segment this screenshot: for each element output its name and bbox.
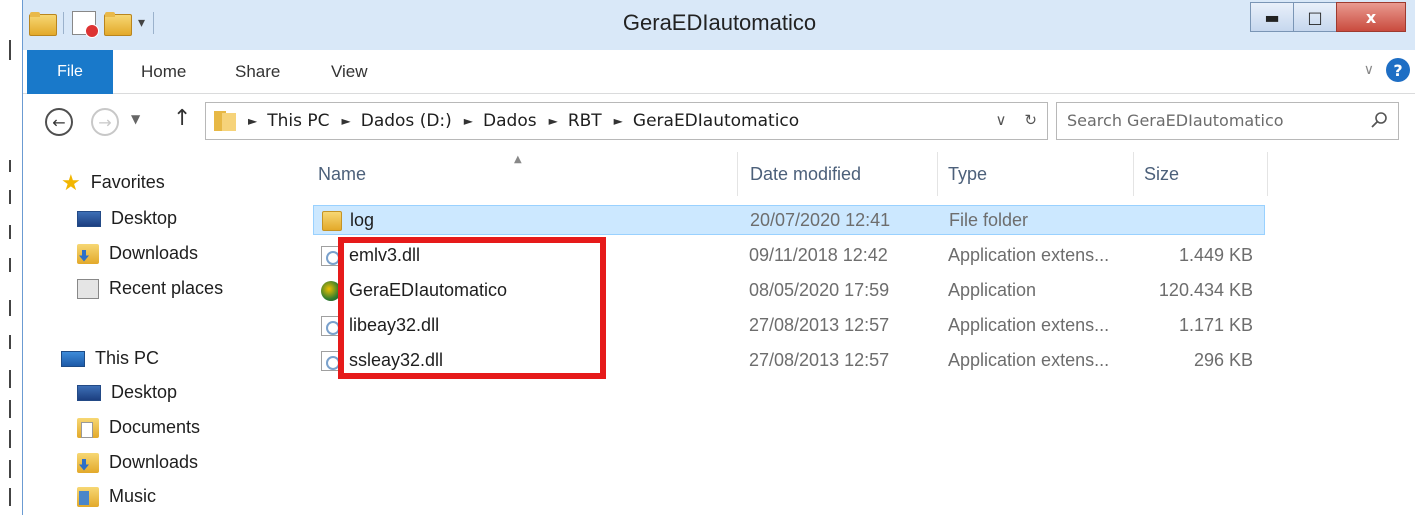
- back-button[interactable]: ←: [45, 108, 73, 136]
- file-type: Application: [948, 280, 1037, 300]
- file-type: File folder: [949, 210, 1029, 230]
- sidebar-item-label: Recent places: [109, 278, 224, 298]
- search-icon[interactable]: [1370, 111, 1388, 129]
- forward-button[interactable]: →: [91, 108, 119, 136]
- breadcrumb-separator[interactable]: ►: [342, 114, 351, 128]
- tab-file[interactable]: File: [27, 50, 113, 94]
- address-dropdown-icon[interactable]: ∨: [995, 111, 1006, 129]
- sidebar-item-pc-desktop[interactable]: Desktop: [77, 382, 177, 403]
- window-controls: ▬ □ x: [1250, 2, 1406, 32]
- help-icon[interactable]: ?: [1386, 58, 1410, 82]
- refresh-icon[interactable]: ↻: [1024, 111, 1037, 129]
- sidebar-item-label: Documents: [109, 417, 201, 437]
- tab-share[interactable]: Share: [235, 62, 280, 82]
- file-date: 27/08/2013 12:57: [749, 350, 890, 370]
- file-name: log: [350, 210, 375, 230]
- column-header-type[interactable]: Type: [938, 152, 1134, 196]
- folder-icon: [214, 111, 238, 131]
- sort-ascending-icon: ▲: [514, 154, 522, 165]
- file-type: Application extens...: [948, 245, 1110, 265]
- file-type: Application extens...: [948, 350, 1110, 370]
- search-box[interactable]: [1056, 102, 1399, 140]
- breadcrumb-rbt[interactable]: RBT: [568, 111, 602, 131]
- expand-ribbon-icon[interactable]: ∨: [1364, 62, 1374, 78]
- sidebar-item-downloads[interactable]: Downloads: [77, 243, 198, 264]
- tab-home[interactable]: Home: [141, 62, 186, 82]
- sidebar-item-desktop[interactable]: Desktop: [77, 208, 177, 229]
- file-size: 1.171 KB: [1178, 315, 1253, 335]
- sidebar-item-pc-downloads[interactable]: Downloads: [77, 452, 198, 473]
- sidebar-item-label: Downloads: [109, 452, 199, 472]
- downloads-icon: [77, 243, 99, 264]
- sidebar-item-favorites[interactable]: ★ Favorites: [61, 169, 165, 195]
- file-type: Application extens...: [948, 315, 1110, 335]
- up-button[interactable]: ↑: [173, 106, 191, 131]
- file-row-log[interactable]: log 20/07/2020 12:41 File folder: [313, 205, 1265, 235]
- address-tools: ∨ ↻: [995, 111, 1037, 129]
- sidebar-item-label: This PC: [95, 348, 160, 368]
- desktop-icon: [77, 384, 101, 401]
- computer-icon: [61, 350, 85, 367]
- breadcrumb-dados[interactable]: Dados: [483, 111, 537, 131]
- breadcrumb-separator[interactable]: ►: [549, 114, 558, 128]
- background-page-edge: [0, 0, 22, 515]
- ribbon-controls: ∨ ?: [1364, 58, 1410, 82]
- search-input[interactable]: [1067, 111, 1347, 130]
- tab-view[interactable]: View: [331, 62, 368, 82]
- file-size: 120.434 KB: [1158, 280, 1253, 300]
- breadcrumb-this-pc[interactable]: This PC: [267, 111, 329, 131]
- sidebar-item-this-pc[interactable]: This PC: [61, 348, 159, 369]
- sidebar-item-recent-places[interactable]: Recent places: [77, 278, 223, 299]
- column-header-size[interactable]: Size: [1134, 152, 1268, 196]
- breadcrumb-current[interactable]: GeraEDIautomatico: [633, 111, 799, 131]
- sidebar-item-label: Desktop: [111, 208, 178, 228]
- column-header-name[interactable]: Name: [288, 152, 738, 196]
- minimize-button[interactable]: ▬: [1250, 2, 1294, 32]
- breadcrumb: ► This PC ► Dados (D:) ► Dados ► RBT ► G…: [248, 111, 811, 131]
- file-size: 296 KB: [1193, 350, 1253, 370]
- sidebar-item-label: Music: [109, 486, 157, 506]
- navigation-pane: ★ Favorites Desktop Downloads Recent pla…: [23, 150, 288, 515]
- documents-icon: [77, 417, 99, 438]
- star-icon: ★: [61, 169, 81, 195]
- music-icon: [77, 486, 99, 507]
- navigation-bar: ← → ▼ ↑ ► This PC ► Dados (D:) ► Dados ►…: [23, 94, 1415, 150]
- maximize-button[interactable]: □: [1293, 2, 1337, 32]
- folder-icon: [322, 211, 342, 231]
- sidebar-item-label: Favorites: [90, 172, 165, 192]
- breadcrumb-separator[interactable]: ►: [248, 114, 257, 128]
- file-date: 20/07/2020 12:41: [750, 210, 891, 230]
- recent-locations-dropdown[interactable]: ▼: [131, 112, 140, 126]
- window-title: GeraEDIautomatico: [622, 10, 817, 35]
- sidebar-item-label: Downloads: [109, 243, 199, 263]
- breadcrumb-separator[interactable]: ►: [464, 114, 473, 128]
- file-date: 27/08/2013 12:57: [749, 315, 890, 335]
- breadcrumb-drive[interactable]: Dados (D:): [361, 111, 452, 131]
- sidebar-item-music[interactable]: Music: [77, 486, 156, 507]
- file-date: 09/11/2018 12:42: [749, 245, 888, 265]
- ribbon-tabs: File Home Share View ∨ ?: [23, 50, 1415, 94]
- file-date: 08/05/2020 17:59: [749, 280, 890, 300]
- sidebar-item-documents[interactable]: Documents: [77, 417, 200, 438]
- address-bar[interactable]: ► This PC ► Dados (D:) ► Dados ► RBT ► G…: [205, 102, 1048, 140]
- column-header-date[interactable]: Date modified: [738, 152, 938, 196]
- recent-places-icon: [77, 278, 99, 299]
- desktop-icon: [77, 210, 101, 227]
- downloads-icon: [77, 452, 99, 473]
- annotation-highlight-box: [338, 237, 606, 379]
- title-bar[interactable]: ▾ GeraEDIautomatico ▬ □ x: [23, 0, 1415, 50]
- sidebar-item-label: Desktop: [111, 382, 178, 402]
- close-button[interactable]: x: [1336, 2, 1406, 32]
- file-list: Name ▲ Date modified Type Size log 20/07…: [288, 150, 1415, 515]
- explorer-window: ▾ GeraEDIautomatico ▬ □ x File Home Shar…: [22, 0, 1415, 515]
- breadcrumb-separator[interactable]: ►: [614, 114, 623, 128]
- file-size: 1.449 KB: [1178, 245, 1253, 265]
